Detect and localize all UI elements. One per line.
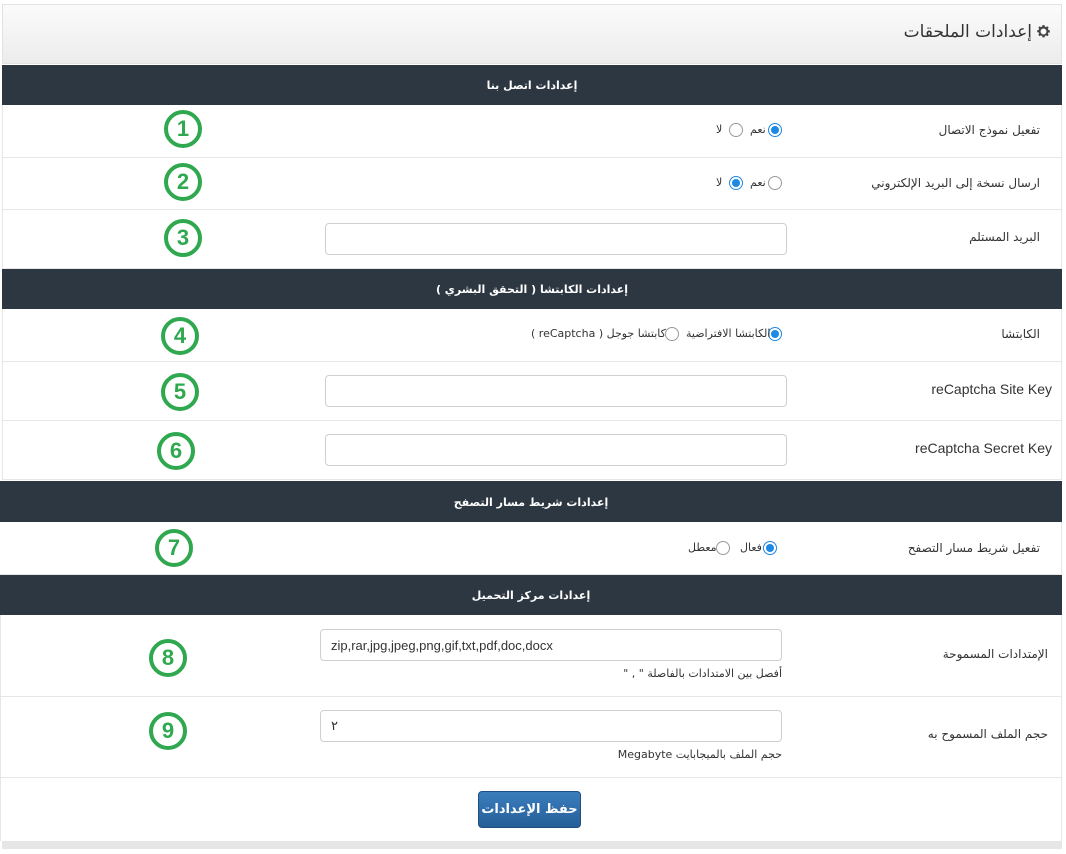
recipient-email-label: البريد المستلم bbox=[969, 230, 1040, 244]
allowed-extensions-label: الإمتدادات المسموحة bbox=[942, 647, 1048, 661]
row-contact-form bbox=[2, 105, 1062, 158]
contact-form-yes-label: نعم bbox=[750, 123, 766, 136]
marker-8: 8 bbox=[149, 639, 187, 677]
save-settings-button[interactable]: حفظ الإعدادات bbox=[478, 791, 581, 828]
marker-2: 2 bbox=[164, 163, 202, 201]
captcha-google-radio[interactable] bbox=[665, 327, 679, 341]
marker-1: 1 bbox=[164, 110, 202, 148]
email-copy-no-radio[interactable] bbox=[729, 176, 743, 190]
email-copy-yes-radio[interactable] bbox=[768, 176, 782, 190]
contact-form-no-label: لا bbox=[716, 123, 723, 136]
contact-form-label: تفعيل نموذج الاتصال bbox=[938, 123, 1040, 137]
contact-form-yes-radio[interactable] bbox=[768, 123, 782, 137]
marker-4: 4 bbox=[161, 317, 199, 355]
section-title-upload: إعدادات مركز التحميل bbox=[471, 589, 591, 602]
max-file-size-label: حجم الملف المسموح به bbox=[927, 727, 1048, 741]
marker-3: 3 bbox=[164, 219, 202, 257]
page-title: إعدادات الملحقات bbox=[903, 22, 1032, 42]
captcha-type-label: الكابتشا bbox=[1001, 327, 1040, 341]
site-key-label: reCaptcha Site Key bbox=[931, 381, 1052, 397]
marker-5: 5 bbox=[161, 373, 199, 411]
breadcrumb-off-label: معطل bbox=[688, 541, 717, 554]
breadcrumb-on-label: فعال bbox=[740, 541, 762, 554]
marker-9: 9 bbox=[149, 712, 187, 750]
gear-icon bbox=[1037, 25, 1050, 38]
secret-key-label: reCaptcha Secret Key bbox=[915, 440, 1052, 456]
footer-divider bbox=[2, 841, 1062, 849]
recipient-email-input[interactable] bbox=[325, 223, 787, 255]
section-title-contact: إعدادات اتصل بنا bbox=[486, 79, 578, 92]
secret-key-input[interactable] bbox=[325, 434, 787, 466]
email-copy-no-label: لا bbox=[716, 176, 723, 189]
breadcrumb-on-radio[interactable] bbox=[763, 541, 777, 555]
site-key-input[interactable] bbox=[325, 375, 787, 407]
max-file-size-help: حجم الملف بالميجابايت Megabyte bbox=[617, 748, 782, 761]
section-title-breadcrumb: إعدادات شريط مسار التصفح bbox=[453, 496, 609, 509]
section-title-captcha: إعدادات الكابتشا ( التحقق البشري ) bbox=[435, 283, 629, 296]
marker-6: 6 bbox=[157, 432, 195, 470]
contact-form-no-radio[interactable] bbox=[729, 123, 743, 137]
allowed-extensions-input[interactable] bbox=[320, 629, 782, 661]
captcha-google-label: كابتشا جوجل ( reCaptcha ) bbox=[531, 327, 666, 340]
breadcrumb-enabled-label: تفعيل شريط مسار التصفح bbox=[907, 541, 1040, 555]
email-copy-yes-label: نعم bbox=[750, 176, 766, 189]
max-file-size-input[interactable] bbox=[320, 710, 782, 742]
captcha-default-label: الكابتشا الافتراضية bbox=[686, 327, 771, 340]
email-copy-label: ارسال نسخة إلى البريد الإلكتروني bbox=[871, 176, 1040, 190]
breadcrumb-off-radio[interactable] bbox=[716, 541, 730, 555]
marker-7: 7 bbox=[155, 529, 193, 567]
allowed-extensions-help: أفصل بين الامتدادات بالفاصلة " , " bbox=[623, 667, 782, 680]
